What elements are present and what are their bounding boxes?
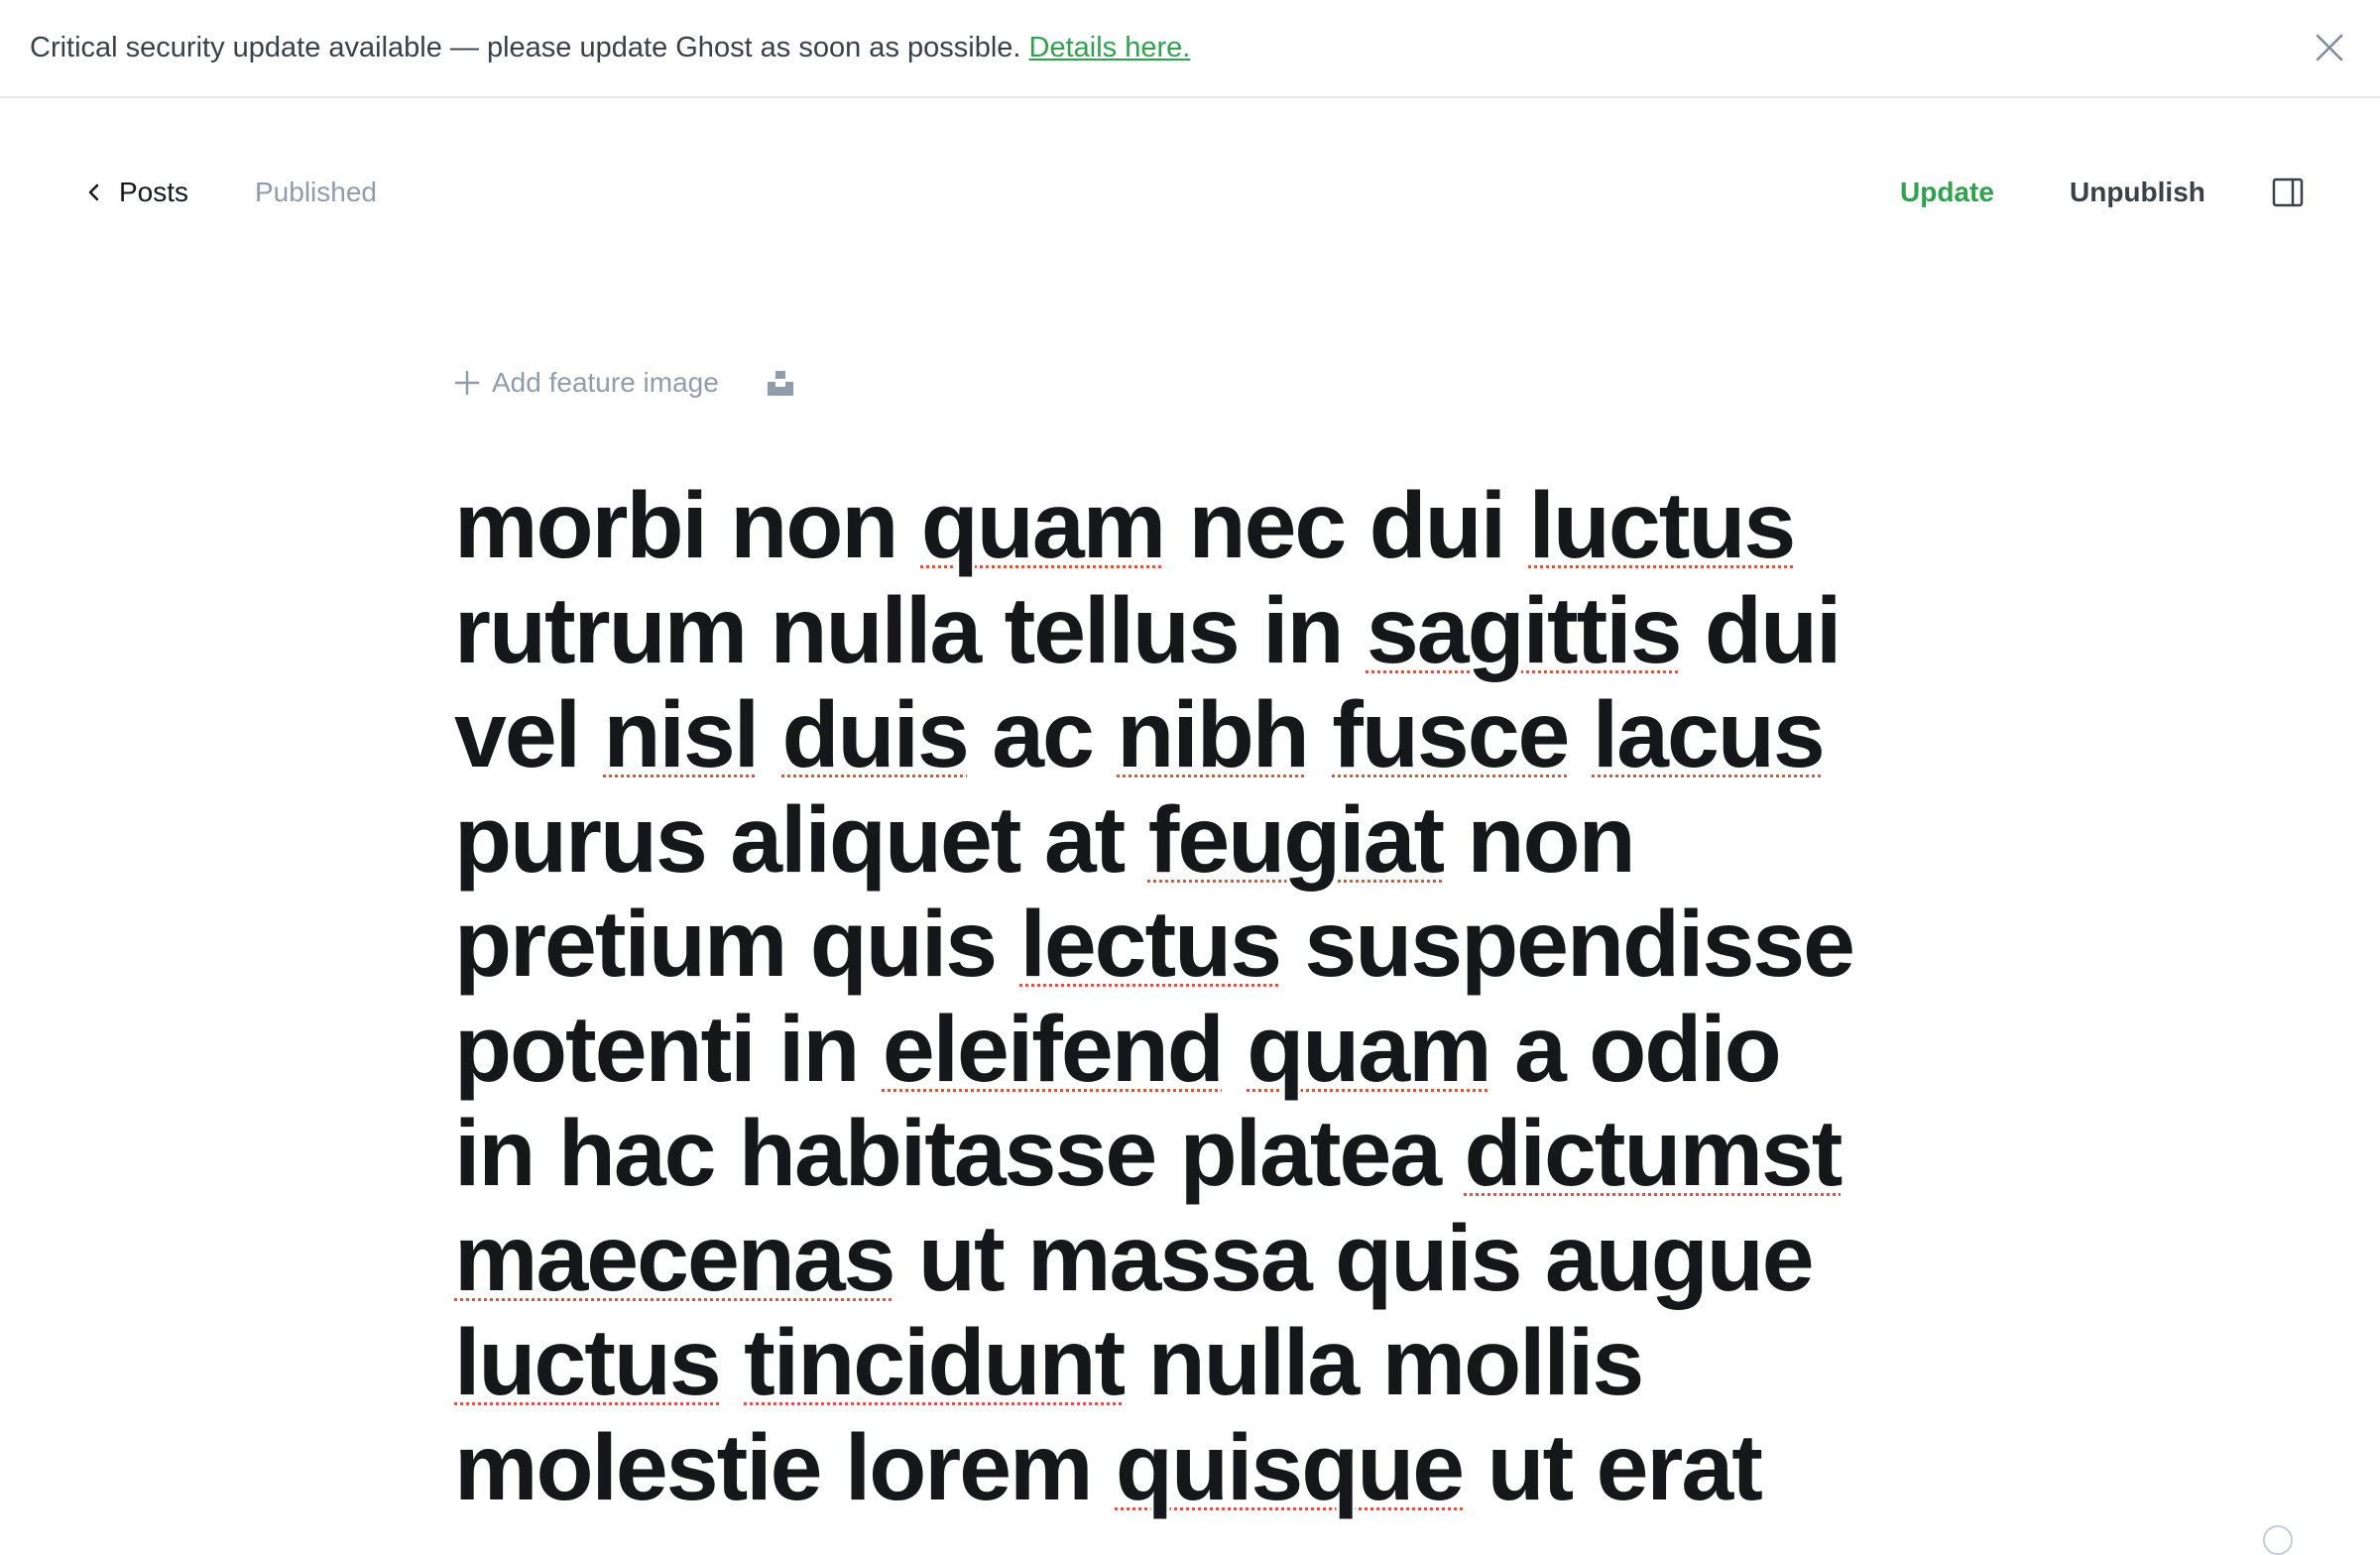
title-text: molestie lorem <box>454 1414 1116 1520</box>
title-text <box>1308 682 1332 787</box>
misspelled-word: luctus <box>1528 474 1797 578</box>
title-line: rutrum nulla tellus in sagittis dui <box>454 577 1942 684</box>
misspelled-word: duis <box>781 682 970 787</box>
title-line: morbi non quam nec dui luctus <box>454 474 1942 579</box>
misspelled-word: quam <box>1247 996 1491 1102</box>
title-line: molestie lorem quisque ut erat <box>454 1414 1942 1521</box>
banner-details-link[interactable]: Details here. <box>1029 32 1191 63</box>
title-text <box>1568 682 1592 787</box>
misspelled-word: fusce <box>1332 682 1570 787</box>
title-text <box>720 1310 744 1415</box>
title-text: ac <box>967 682 1118 787</box>
add-feature-image-button[interactable]: Add feature image <box>454 362 719 404</box>
title-text <box>1223 997 1247 1102</box>
misspelled-word: quam <box>920 474 1166 578</box>
unpublish-button[interactable]: Unpublish <box>2070 172 2205 213</box>
title-text: nulla mollis <box>1124 1310 1645 1415</box>
unsplash-icon[interactable] <box>767 369 794 397</box>
misspelled-word: eleifend <box>882 996 1225 1102</box>
misspelled-word: maecenas <box>454 1205 896 1311</box>
title-text: in hac habitasse platea <box>454 1101 1465 1206</box>
misspelled-word: nibh <box>1117 682 1309 787</box>
title-text: purus aliquet at <box>454 786 1148 893</box>
title-line: vel nisl duis ac nibh fusce lacus <box>454 682 1942 788</box>
sidebar-toggle-icon[interactable] <box>2272 177 2304 208</box>
security-update-banner: Critical security update available — ple… <box>0 0 2380 98</box>
misspelled-word: luctus <box>454 1310 722 1415</box>
post-title-area[interactable]: morbi non quam nec dui luctus rutrum null… <box>454 474 1942 1539</box>
feature-image-row: Add feature image <box>454 362 794 404</box>
post-title[interactable]: morbi non quam nec dui luctus rutrum null… <box>454 474 1942 1520</box>
title-text: vel <box>454 682 604 787</box>
title-line: purus aliquet at feugiat non <box>454 786 1942 894</box>
banner-message-container: Critical security update available — ple… <box>30 28 1190 67</box>
title-text: a odio <box>1489 996 1782 1102</box>
plus-icon <box>454 370 480 396</box>
title-text: nec dui <box>1164 474 1529 578</box>
title-text: morbi non <box>454 474 921 578</box>
update-button[interactable]: Update <box>1900 172 1994 213</box>
chevron-left-icon <box>88 183 99 201</box>
add-feature-image-label: Add feature image <box>492 367 719 398</box>
title-text: non <box>1443 786 1636 893</box>
title-line: pretium quis lectus suspendisse <box>454 892 1942 998</box>
back-to-posts-link[interactable]: Posts <box>83 172 188 213</box>
misspelled-word: quisque <box>1115 1414 1465 1520</box>
misspelled-word: feugiat <box>1147 786 1445 893</box>
close-icon[interactable] <box>2312 30 2347 65</box>
misspelled-word: dictumst <box>1464 1101 1844 1206</box>
title-text: ut massa quis augue <box>893 1205 1815 1311</box>
title-line: maecenas ut massa quis augue <box>454 1205 1942 1312</box>
misspelled-word: sagittis <box>1366 577 1683 683</box>
misspelled-word: lectus <box>1019 892 1282 997</box>
title-text: rutrum nulla tellus in <box>454 577 1367 683</box>
help-icon[interactable] <box>2263 1525 2293 1555</box>
banner-message: Critical security update available — ple… <box>30 32 1021 63</box>
misspelled-word: lacus <box>1592 682 1826 787</box>
title-line: potenti in eleifend quam a odio <box>454 996 1942 1103</box>
title-text <box>758 682 781 787</box>
post-status: Published <box>255 177 377 207</box>
title-text: pretium quis <box>454 892 1020 997</box>
title-text: potenti in <box>454 996 883 1102</box>
title-line: in hac habitasse platea dictumst <box>454 1101 1942 1207</box>
misspelled-word: tincidunt <box>744 1310 1126 1415</box>
title-line: luctus tincidunt nulla mollis <box>454 1310 1942 1416</box>
editor-header: Posts Published Update Unpublish <box>0 98 2380 287</box>
misspelled-word: nisl <box>603 682 760 787</box>
back-label: Posts <box>119 177 189 207</box>
title-text: ut erat <box>1463 1414 1763 1520</box>
title-text: suspendisse <box>1280 892 1855 997</box>
title-text: dui <box>1680 577 1842 683</box>
